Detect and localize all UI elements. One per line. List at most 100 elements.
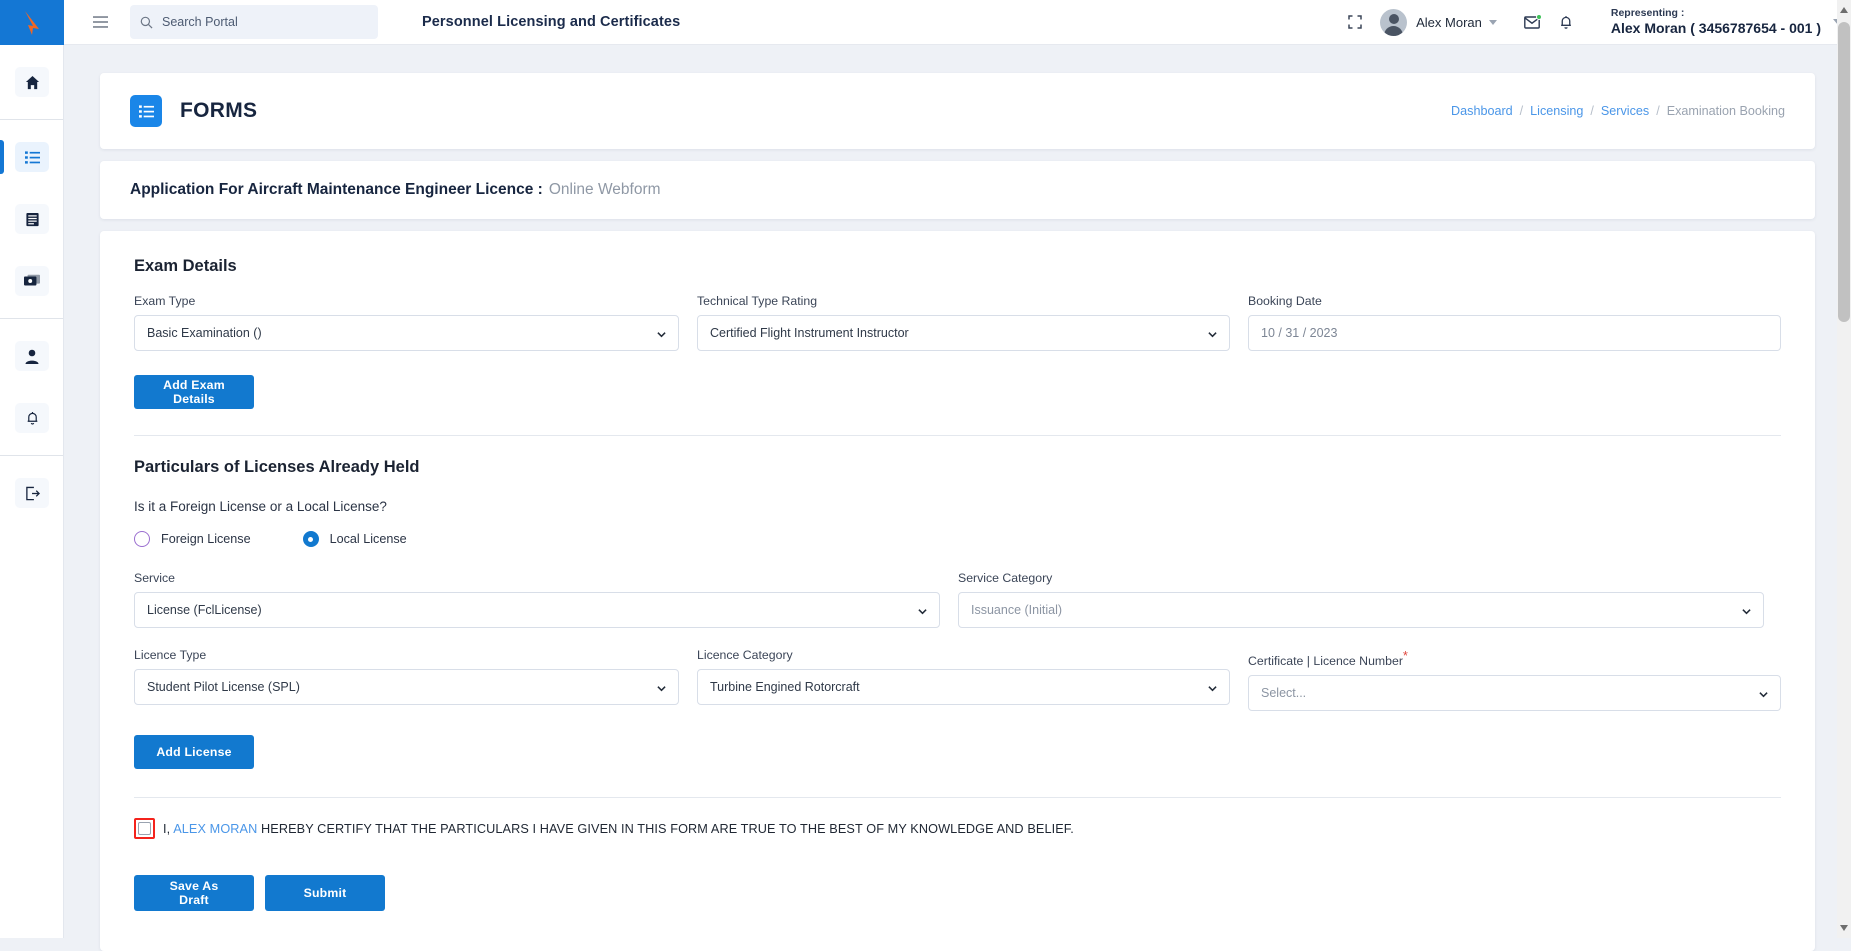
certify-statement: I, ALEX MORAN HEREBY CERTIFY THAT THE PA… [163, 822, 1074, 836]
page-title: FORMS [180, 99, 258, 122]
sidebar-group-account [0, 319, 63, 456]
sidebar-item-profile[interactable] [0, 325, 64, 387]
booking-date-input[interactable]: 10 / 31 / 2023 [1248, 315, 1781, 351]
breadcrumb-item-services[interactable]: Services [1601, 104, 1649, 118]
add-license-row: Add License [134, 735, 1781, 770]
breadcrumb-item-dashboard[interactable]: Dashboard [1451, 104, 1513, 118]
sidebar-item-home[interactable] [0, 51, 64, 113]
logout-icon [15, 478, 49, 508]
license-origin-radio-group: Foreign License Local License [134, 531, 1781, 547]
scrollbar-down-arrow[interactable] [1838, 920, 1850, 936]
licence-category-select[interactable]: Turbine Engined Rotorcraft [697, 669, 1230, 705]
menu-toggle-button[interactable] [80, 16, 120, 28]
exam-type-select[interactable]: Basic Examination () [134, 315, 679, 351]
topbar-right-cluster: Alex Moran Representing : Alex Moran ( 3… [1338, 0, 1851, 45]
application-title: Application For Aircraft Maintenance Eng… [130, 181, 543, 198]
radio-local-license[interactable]: Local License [302, 531, 407, 547]
sidebar-item-documents[interactable] [0, 188, 64, 250]
certify-prefix: I, [163, 821, 174, 836]
page-scrollbar[interactable] [1837, 0, 1851, 938]
field-licence-type: Licence Type Student Pilot License (SPL) [134, 648, 679, 711]
sidebar-item-logout[interactable] [0, 462, 64, 524]
certify-body: HEREBY CERTIFY THAT THE PARTICULARS I HA… [257, 821, 1074, 836]
certify-checkbox[interactable] [138, 822, 151, 836]
radio-local-license-label: Local License [329, 532, 407, 546]
left-sidebar [0, 0, 64, 938]
representing-selector[interactable]: Representing : Alex Moran ( 3456787654 -… [1611, 7, 1843, 38]
menu-icon [92, 16, 108, 28]
license-origin-question: Is it a Foreign License or a Local Licen… [134, 499, 387, 514]
form-actions: Save As Draft Submit [134, 875, 1781, 912]
home-icon [15, 67, 49, 97]
licence-type-select[interactable]: Student Pilot License (SPL) [134, 669, 679, 705]
service-row: Service License (FclLicense) Service Cat… [134, 571, 1781, 628]
divider [134, 435, 1781, 436]
radio-icon-unselected[interactable] [134, 531, 150, 547]
breadcrumb-separator: / [1656, 104, 1660, 118]
licenses-heading: Particulars of Licenses Already Held [134, 458, 420, 476]
submit-button[interactable]: Submit [265, 875, 385, 912]
chevron-down-icon [1208, 332, 1217, 338]
search-placeholder: Search Portal [162, 15, 238, 29]
breadcrumb: Dashboard / Licensing / Services / Exami… [1451, 104, 1785, 118]
licence-category-label: Licence Category [697, 648, 793, 662]
fullscreen-button[interactable] [1338, 15, 1372, 29]
list-icon [15, 142, 49, 172]
certification-row: I, ALEX MORAN HEREBY CERTIFY THAT THE PA… [134, 818, 1781, 840]
sidebar-item-notifications[interactable] [0, 387, 64, 449]
exam-details-heading: Exam Details [134, 257, 237, 275]
service-category-select[interactable]: Issuance (Initial) [958, 592, 1764, 628]
brand-logo[interactable] [0, 0, 64, 45]
field-booking-date: Booking Date 10 / 31 / 2023 [1248, 294, 1781, 351]
add-exam-details-row: Add Exam Details [134, 375, 1781, 409]
breadcrumb-item-current: Examination Booking [1666, 104, 1785, 118]
radio-foreign-license-label: Foreign License [161, 532, 251, 546]
breadcrumb-separator: / [1590, 104, 1594, 118]
page-content: FORMS Dashboard / Licensing / Services /… [64, 45, 1851, 951]
certificate-number-label-text: Certificate | Licence Number [1248, 654, 1403, 669]
chevron-up-icon [1840, 7, 1848, 13]
technical-type-rating-value: Certified Flight Instrument Instructor [710, 326, 909, 340]
service-category-label: Service Category [958, 571, 1053, 585]
licence-category-value: Turbine Engined Rotorcraft [710, 680, 860, 694]
save-as-draft-button[interactable]: Save As Draft [134, 875, 254, 912]
certificate-number-label: Certificate | Licence Number* [1248, 648, 1781, 668]
brand-logo-icon [25, 10, 39, 35]
technical-type-rating-select[interactable]: Certified Flight Instrument Instructor [697, 315, 1230, 351]
scrollbar-thumb[interactable] [1838, 22, 1850, 322]
certify-checkbox-highlight [134, 818, 155, 840]
breadcrumb-item-licensing[interactable]: Licensing [1530, 104, 1583, 118]
forms-header-card: FORMS Dashboard / Licensing / Services /… [100, 73, 1815, 149]
bell-icon [15, 403, 49, 433]
booking-date-label: Booking Date [1248, 294, 1322, 308]
user-name[interactable]: Alex Moran [1416, 15, 1482, 30]
sidebar-group-main [0, 45, 63, 120]
technical-type-rating-label: Technical Type Rating [697, 294, 818, 308]
chevron-down-icon [1208, 686, 1217, 692]
representing-label: Representing : [1610, 6, 1685, 19]
radio-icon-selected[interactable] [302, 531, 319, 547]
scrollbar-up-arrow[interactable] [1838, 2, 1850, 18]
breadcrumb-separator: / [1519, 104, 1524, 118]
top-navigation-bar: Search Portal Personnel Licensing and Ce… [64, 0, 1851, 45]
sidebar-item-payments[interactable] [0, 250, 64, 312]
certificate-number-value: Select... [1261, 686, 1307, 701]
field-technical-type-rating: Technical Type Rating Certified Flight I… [697, 294, 1230, 351]
add-exam-details-button[interactable]: Add Exam Details [134, 375, 254, 409]
add-license-button[interactable]: Add License [134, 735, 254, 770]
chevron-down-icon[interactable] [1488, 19, 1497, 25]
certify-user-name[interactable]: ALEX MORAN [173, 822, 257, 836]
chevron-down-icon [918, 609, 927, 615]
notifications-button[interactable] [1549, 15, 1583, 30]
radio-foreign-license[interactable]: Foreign License [134, 531, 251, 547]
booking-date-value: 10 / 31 / 2023 [1261, 326, 1338, 340]
certificate-number-select[interactable]: Select... [1248, 675, 1781, 712]
sidebar-item-forms[interactable] [0, 126, 64, 188]
avatar[interactable] [1380, 8, 1408, 36]
licence-details-row: Licence Type Student Pilot License (SPL)… [134, 648, 1781, 712]
messages-button[interactable] [1515, 13, 1549, 29]
service-select[interactable]: License (FclLicense) [134, 592, 940, 628]
field-service: Service License (FclLicense) [134, 571, 940, 628]
search-input[interactable]: Search Portal [130, 5, 378, 39]
chevron-down-icon [657, 686, 666, 692]
